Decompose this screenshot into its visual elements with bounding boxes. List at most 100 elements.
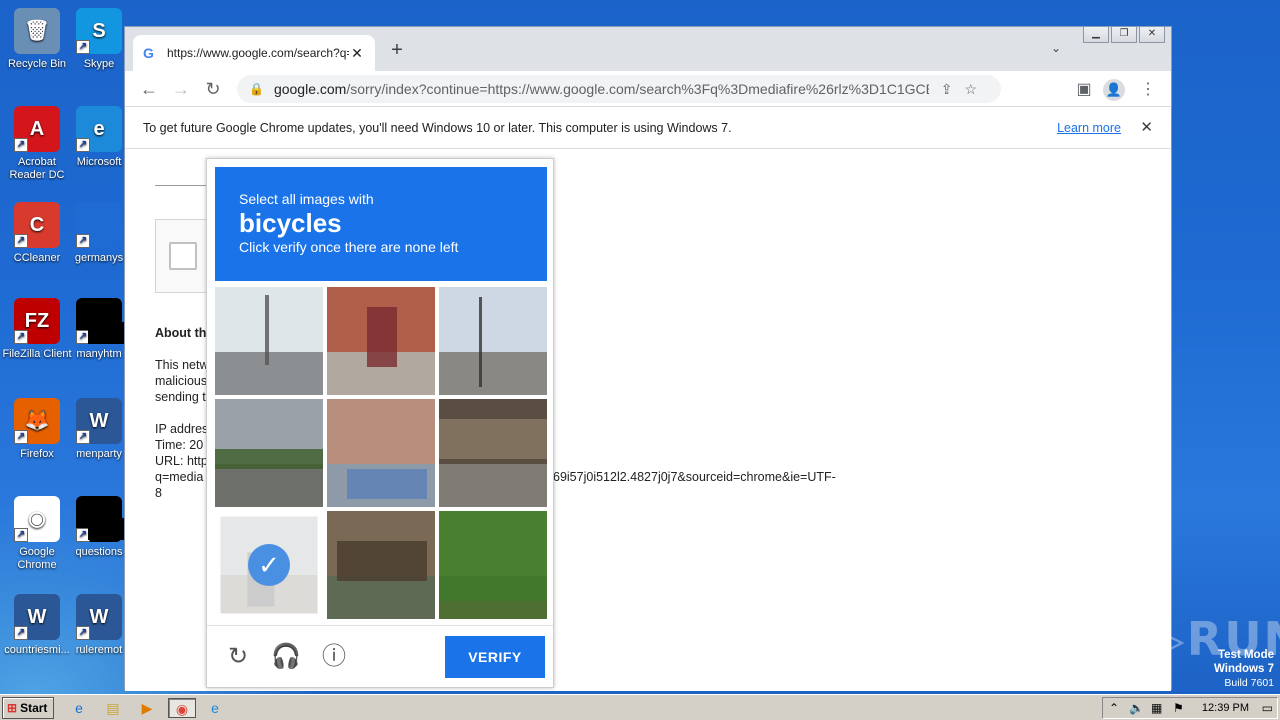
tile-image-lower <box>439 351 547 395</box>
tile-image-detail <box>479 297 482 387</box>
challenge-hint: Click verify once there are none left <box>239 239 459 255</box>
ip-address-line: IP addres <box>155 422 209 436</box>
tab-title: https://www.google.com/search?q= <box>167 46 349 60</box>
new-tab-button[interactable]: + <box>387 39 407 62</box>
side-panel-icon[interactable]: ▣ <box>1073 79 1095 99</box>
captcha-tile-street-with-bus[interactable] <box>215 287 323 395</box>
app-glyph-icon: W <box>89 605 109 628</box>
start-label: Start <box>20 701 48 715</box>
shortcut-arrow-icon: ↗ <box>76 234 90 248</box>
browser-toolbar: ← → ↻ 🔒 google.com/sorry/index?continue=… <box>125 71 1171 107</box>
explorer-folder-icon[interactable]: ▤ <box>102 698 124 718</box>
app-glyph-icon: C <box>29 213 45 236</box>
captcha-tile-street-lamp-trees[interactable] <box>439 287 547 395</box>
reload-icon[interactable]: ↻ <box>201 77 225 101</box>
captcha-tile-road-with-gas-station[interactable] <box>215 399 323 507</box>
back-arrow-icon[interactable]: ← <box>137 77 161 101</box>
tile-image-detail <box>347 469 427 499</box>
captcha-tile-cyclist-on-bike[interactable] <box>327 287 435 395</box>
recaptcha-checkbox[interactable] <box>169 242 197 270</box>
selected-checkmark-icon: ✓ <box>248 544 290 586</box>
volume-icon[interactable]: 🔈 <box>1129 698 1144 718</box>
shortcut-arrow-icon: ↗ <box>76 430 90 444</box>
url-line: URL: http <box>155 454 208 468</box>
tile-image-upper <box>215 287 323 352</box>
menu-kebab-icon[interactable]: ⋮ <box>1137 79 1159 99</box>
show-desktop-icon[interactable]: ▭ <box>1262 698 1273 718</box>
app-glyph-icon: 🗑 <box>24 19 50 42</box>
tab-google-search[interactable]: G https://www.google.com/search?q= ✕ <box>133 35 375 71</box>
shortcut-arrow-icon: ↗ <box>76 138 90 152</box>
profile-button[interactable]: 👤 <box>1103 79 1125 101</box>
challenge-header: Select all images with bicycles Click ve… <box>215 167 547 281</box>
tab-close-icon[interactable]: ✕ <box>349 45 365 62</box>
body-line-3: sending t <box>155 390 206 404</box>
close-window-button[interactable]: ✕ <box>1139 27 1165 43</box>
forward-arrow-icon[interactable]: → <box>169 77 193 101</box>
redacted-icon-manyhtm <box>88 322 124 344</box>
address-bar[interactable]: 🔒 google.com/sorry/index?continue=https:… <box>237 75 1001 103</box>
challenge-footer: ↻ 🎧 ⓘ VERIFY <box>207 625 553 689</box>
tile-image-detail <box>215 449 323 469</box>
body-line-2: malicious <box>155 374 208 388</box>
url-text: google.com/sorry/index?continue=https://… <box>273 81 929 97</box>
learn-more-link[interactable]: Learn more <box>1057 107 1121 149</box>
profile-avatar-icon: 👤 <box>1103 79 1125 101</box>
tile-image-detail <box>265 295 269 365</box>
internet-explorer-icon[interactable]: e <box>68 698 90 718</box>
restore-button[interactable]: ❐ <box>1111 27 1137 43</box>
window-controls: ▁ ❐ ✕ <box>1083 27 1165 43</box>
app-glyph-icon: FZ <box>24 309 50 332</box>
audio-challenge-headphones-icon[interactable]: 🎧 <box>271 642 301 672</box>
captcha-tile-house-with-car[interactable] <box>327 399 435 507</box>
query-line: q=media <box>155 470 204 484</box>
redacted-icon-questions <box>88 518 124 540</box>
media-player-icon[interactable]: ▶ <box>136 698 158 718</box>
desktop-app-icon: ↗ <box>76 202 122 248</box>
verify-button[interactable]: VERIFY <box>445 636 545 678</box>
update-infobar: To get future Google Chrome updates, you… <box>125 107 1171 149</box>
start-button[interactable]: ⊞ Start <box>2 697 54 719</box>
infobar-message: To get future Google Chrome updates, you… <box>143 121 732 135</box>
tile-image-detail <box>439 419 547 459</box>
action-center-flag-icon[interactable]: ⚑ <box>1173 698 1184 718</box>
reload-challenge-icon[interactable]: ↻ <box>223 642 253 672</box>
captcha-tile-bus-shelter[interactable] <box>439 399 547 507</box>
recaptcha-challenge: Select all images with bicycles Click ve… <box>206 158 554 688</box>
chrome-taskbar-icon[interactable]: ◉ <box>168 698 196 718</box>
desktop-app-icon: e ↗ <box>76 106 122 152</box>
desktop-app-icon: C ↗ <box>14 202 60 248</box>
app-glyph-icon: A <box>29 117 45 140</box>
test-mode-line3: Build 7601 <box>1224 677 1274 689</box>
lock-icon[interactable]: 🔒 <box>249 82 264 96</box>
tile-image-lower <box>215 351 323 395</box>
challenge-instruction: Select all images with <box>239 191 374 207</box>
test-mode-line1: Test Mode <box>1217 649 1274 661</box>
body-line-1: This netw <box>155 358 209 372</box>
tile-image-detail <box>439 511 547 601</box>
tile-image-lower <box>439 463 547 507</box>
desktop-app-icon: W ↗ <box>76 398 122 444</box>
tile-image-detail <box>367 307 397 367</box>
tile-image-upper <box>327 399 435 464</box>
app-glyph-icon: W <box>27 605 47 628</box>
edge-taskbar-icon[interactable]: e <box>204 698 226 718</box>
tab-strip: G https://www.google.com/search?q= ✕ + ⌄… <box>125 27 1171 71</box>
captcha-tile-green-trees[interactable] <box>439 511 547 619</box>
infobar-close-icon[interactable]: ✕ <box>1140 107 1153 149</box>
desktop-app-icon: 🗑 <box>14 8 60 54</box>
desktop-app-icon: W ↗ <box>76 594 122 640</box>
shortcut-arrow-icon: ↗ <box>14 430 28 444</box>
minimize-button[interactable]: ▁ <box>1083 27 1109 43</box>
tray-expand-icon[interactable]: ⌃ <box>1109 698 1119 718</box>
app-glyph-icon: W <box>89 409 109 432</box>
tile-image-detail <box>337 541 427 581</box>
help-info-icon[interactable]: ⓘ <box>319 642 349 672</box>
clock[interactable]: 12:39 PM <box>1202 698 1249 718</box>
network-icon[interactable]: ▦ <box>1151 698 1162 718</box>
test-mode-line2: Windows 7 <box>1214 663 1274 675</box>
share-and-bookmark-icons[interactable]: ⇪☆ <box>941 81 989 98</box>
shortcut-arrow-icon: ↗ <box>14 330 28 344</box>
captcha-tile-building-balcony[interactable] <box>327 511 435 619</box>
tab-search-chevron-icon[interactable]: ⌄ <box>1051 41 1061 55</box>
